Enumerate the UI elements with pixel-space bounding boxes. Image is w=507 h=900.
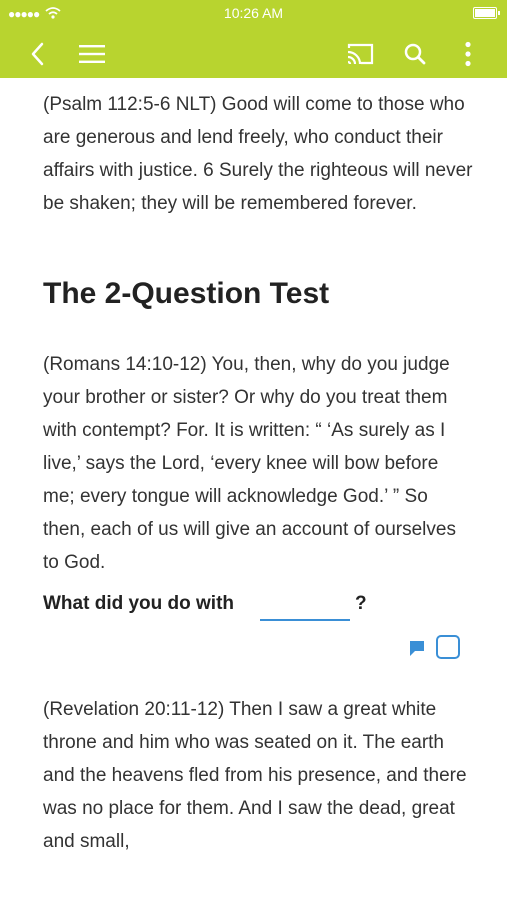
cast-icon xyxy=(347,43,374,65)
menu-button[interactable] xyxy=(74,36,110,72)
question-label: What did you do with xyxy=(43,593,235,614)
more-vertical-icon xyxy=(465,41,471,67)
reading-content: (Psalm 112:5-6 NLT) Good will come to th… xyxy=(43,78,473,858)
revelation-paragraph: (Revelation 20:11-12) Then I saw a great… xyxy=(43,699,467,852)
more-options-button[interactable] xyxy=(450,36,486,72)
question-row: What did you do with ? xyxy=(43,593,473,629)
back-icon xyxy=(31,42,44,66)
back-button[interactable] xyxy=(20,36,56,72)
complete-checkbox[interactable] xyxy=(436,635,460,659)
app-bar xyxy=(0,28,507,78)
romans-paragraph: (Romans 14:10-12) You, then, why do you … xyxy=(43,354,456,573)
psalm-paragraph: (Psalm 112:5-6 NLT) Good will come to th… xyxy=(43,94,473,214)
cast-button[interactable] xyxy=(342,36,378,72)
question-mark: ? xyxy=(355,593,367,614)
status-bar: ●●●●● 10:26 AM xyxy=(0,0,507,28)
status-time: 10:26 AM xyxy=(223,5,284,21)
search-icon xyxy=(404,43,426,65)
battery-icon xyxy=(473,7,500,19)
answer-actions xyxy=(43,629,473,681)
note-flag-icon[interactable] xyxy=(408,639,428,664)
search-button[interactable] xyxy=(397,36,433,72)
menu-icon xyxy=(79,45,105,63)
section-heading: The 2-Question Test xyxy=(43,277,330,310)
answer-input[interactable] xyxy=(260,593,350,621)
